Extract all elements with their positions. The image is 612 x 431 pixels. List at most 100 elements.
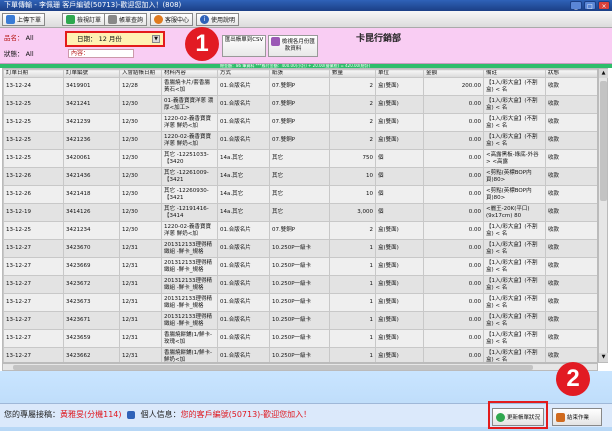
table-cell: 盒(雙面) xyxy=(375,95,424,114)
table-row[interactable]: 13-12-27 3423670 12/31 201312133理得精緻組 -鮮卡_規… xyxy=(3,239,597,258)
table-cell: 0.00 xyxy=(423,185,484,204)
main-toolbar: 上傳下單 檢視訂單 帳單查詢 客服中心 i 使用說明 xyxy=(0,11,612,28)
column-header[interactable]: 方式 xyxy=(217,69,270,78)
horizontal-scroll-thumb[interactable] xyxy=(13,365,533,370)
content-filter[interactable]: 內容： xyxy=(68,49,134,58)
service-icon xyxy=(154,15,163,24)
table-cell: 13-12-27 xyxy=(3,311,64,330)
table-row[interactable]: 13-12-25 3421236 12/30 1220-02-義香寶寶洋蔥 鮮奶<加 0… xyxy=(3,131,597,150)
table-cell: 3423659 xyxy=(63,329,120,348)
scroll-thumb[interactable] xyxy=(600,81,607,201)
table-row[interactable]: 13-12-25 3421234 12/30 1220-02-義香寶寶洋蔥 鮮奶<加 0… xyxy=(3,221,597,240)
close-window-button[interactable]: × xyxy=(598,1,610,10)
table-cell: 0.00 xyxy=(423,311,484,330)
column-header[interactable]: 訂單編號 xyxy=(63,69,120,78)
horizontal-scrollbar[interactable] xyxy=(2,363,598,371)
view-orders-button[interactable]: 檢視訂單 xyxy=(62,13,106,26)
upload-order-label: 上傳下單 xyxy=(17,17,42,24)
table-cell: 201312133理得精緻組 -鮮卡_規格 xyxy=(161,311,218,330)
column-header[interactable]: 狀態 xyxy=(545,69,597,78)
table-cell: 【1入/彩大盒】(不割盒) < 名 xyxy=(483,77,546,96)
status-filter-value[interactable]: All xyxy=(26,50,34,58)
table-cell: 2 xyxy=(329,77,376,96)
table-cell: 12/30 xyxy=(119,185,162,204)
table-cell: 【1入/彩大盒】(不割盒) < 名 xyxy=(483,239,546,258)
vertical-scrollbar[interactable]: ▲ ▼ xyxy=(598,68,608,363)
table-cell: 盒(雙面) xyxy=(375,329,424,348)
table-row[interactable]: 13-12-27 3423673 12/31 201312133理得精緻組 -鮮卡_規… xyxy=(3,293,597,312)
column-header[interactable]: 入會結帳日期 xyxy=(119,69,162,78)
table-cell: 個 xyxy=(375,167,424,186)
table-cell: 201312133理得精緻組 -鮮卡_規格 xyxy=(161,293,218,312)
table-cell: 12/31 xyxy=(119,293,162,312)
table-row[interactable]: 13-12-25 3421241 12/30 01-義香寶寶洋蔥 濃厚<加工> 01.合… xyxy=(3,95,597,114)
export-csv-label: 匯出帳單到CSV xyxy=(224,37,264,43)
table-row[interactable]: 13-12-25 3421239 12/30 1220-02-義香寶寶洋蔥 鮮奶<加 0… xyxy=(3,113,597,132)
callout-badge-1: 1 xyxy=(185,27,219,61)
service-center-button[interactable]: 客服中心 xyxy=(150,13,194,26)
column-header[interactable]: 金額 xyxy=(423,69,484,78)
table-cell: 其它 -12260930-【3421 xyxy=(161,185,218,204)
maximize-button[interactable]: □ xyxy=(584,1,596,10)
table-cell: 香腸燒餅鋪(1/鮮卡-玫瑰<加 xyxy=(161,329,218,348)
scroll-up-icon[interactable]: ▲ xyxy=(599,69,608,78)
table-cell: 10.250P一級卡 xyxy=(269,275,330,294)
table-row[interactable]: 13-12-27 3423669 12/31 201312133理得精緻組 -鮮卡_規… xyxy=(3,257,597,276)
table-cell: 07.雙銅P xyxy=(269,77,330,96)
table-cell: 個 xyxy=(375,203,424,222)
table-cell: 收款 xyxy=(545,77,597,96)
table-row[interactable]: 13-12-24 3419901 12/28 香腸燒卡片/套香腸黃石<加 01.合版名片… xyxy=(3,77,597,96)
table-cell: 1 xyxy=(329,293,376,312)
table-row[interactable]: 13-12-27 3423659 12/31 香腸燒餅鋪(1/鮮卡-玫瑰<加 01.合版… xyxy=(3,329,597,348)
column-header[interactable]: 訂單日期 xyxy=(3,69,64,78)
info-icon xyxy=(127,410,136,419)
close-work-button[interactable]: 結束作業 xyxy=(552,408,602,426)
chevron-down-icon[interactable]: ▼ xyxy=(152,35,160,43)
table-cell: 3423671 xyxy=(63,311,120,330)
table-cell: 1 xyxy=(329,239,376,258)
column-header[interactable]: 材料內容 xyxy=(161,69,218,78)
product-filter-value[interactable]: All xyxy=(26,34,34,42)
table-cell: 01.合版名片 xyxy=(217,95,270,114)
info-marquee: 您的專屬接稿：黃雅旻(分機114) 個人信息：您的客戶編號(50713)-歡迎您… xyxy=(4,409,311,420)
table-cell: 12/30 xyxy=(119,95,162,114)
table-row[interactable]: 13-12-26 3421436 12/30 其它 -12261009-【3421 14… xyxy=(3,167,597,186)
table-row[interactable]: 13-12-27 3423662 12/31 香腸燒餅鋪(1/鮮卡-鮮奶<加 01.合版… xyxy=(3,347,597,362)
product-filter-label: 品名： xyxy=(4,34,24,42)
highlight-frame xyxy=(488,401,548,429)
minimize-button[interactable]: _ xyxy=(570,1,582,10)
month-select[interactable]: 日期： 12 月份 ▼ xyxy=(65,31,165,47)
table-cell: 12/31 xyxy=(119,275,162,294)
table-cell: <剪點(英標BOP内頁)80> xyxy=(483,185,546,204)
column-header[interactable]: 數量 xyxy=(329,69,376,78)
column-header[interactable]: 單位 xyxy=(375,69,424,78)
table-cell: 0.00 xyxy=(423,167,484,186)
table-row[interactable]: 13-12-26 3421418 12/30 其它 -12260930-【3421 14… xyxy=(3,185,597,204)
table-row[interactable]: 13-12-25 3420061 12/30 其它 -12251033-【3420 14… xyxy=(3,149,597,168)
upload-order-button[interactable]: 上傳下單 xyxy=(2,13,46,26)
export-csv-button[interactable]: 匯出帳單到CSV xyxy=(222,35,266,57)
table-cell: 200.00 xyxy=(423,77,484,96)
table-cell: 13-12-27 xyxy=(3,329,64,348)
help-button[interactable]: i 使用說明 xyxy=(196,13,240,26)
scroll-down-icon[interactable]: ▼ xyxy=(599,353,608,362)
footer: 您的專屬接稿：黃雅旻(分機114) 個人信息：您的客戶編號(50713)-歡迎您… xyxy=(0,371,612,431)
table-row[interactable]: 13-12-19 3414126 12/30 其它 -12191416-【3414 14… xyxy=(3,203,597,222)
close-work-label: 結束作業 xyxy=(567,415,590,421)
table-cell: 3423669 xyxy=(63,257,120,276)
table-cell: 收款 xyxy=(545,113,597,132)
column-header[interactable]: 備註 xyxy=(483,69,546,78)
table-row[interactable]: 13-12-27 3423672 12/31 201312133理得精緻組 -鮮卡_規… xyxy=(3,275,597,294)
content-filter-label: 內容： xyxy=(71,50,90,57)
table-cell: 收款 xyxy=(545,185,597,204)
table-cell: 2 xyxy=(329,221,376,240)
column-header[interactable]: 紙張 xyxy=(269,69,330,78)
table-cell: 201312133理得精緻組 -鮮卡_規格 xyxy=(161,239,218,258)
table-row[interactable]: 13-12-27 3423671 12/31 201312133理得精緻組 -鮮卡_規… xyxy=(3,311,597,330)
help-label: 使用說明 xyxy=(211,17,236,24)
account-query-button[interactable]: 帳單查詢 xyxy=(104,13,148,26)
table-cell: 香腸燒餅鋪(1/鮮卡-鮮奶<加 xyxy=(161,347,218,362)
monthly-payment-button[interactable]: 檢視各月份匯款資料 xyxy=(268,35,318,57)
table-cell: 10.250P一級卡 xyxy=(269,311,330,330)
table-cell: 07.雙銅P xyxy=(269,221,330,240)
